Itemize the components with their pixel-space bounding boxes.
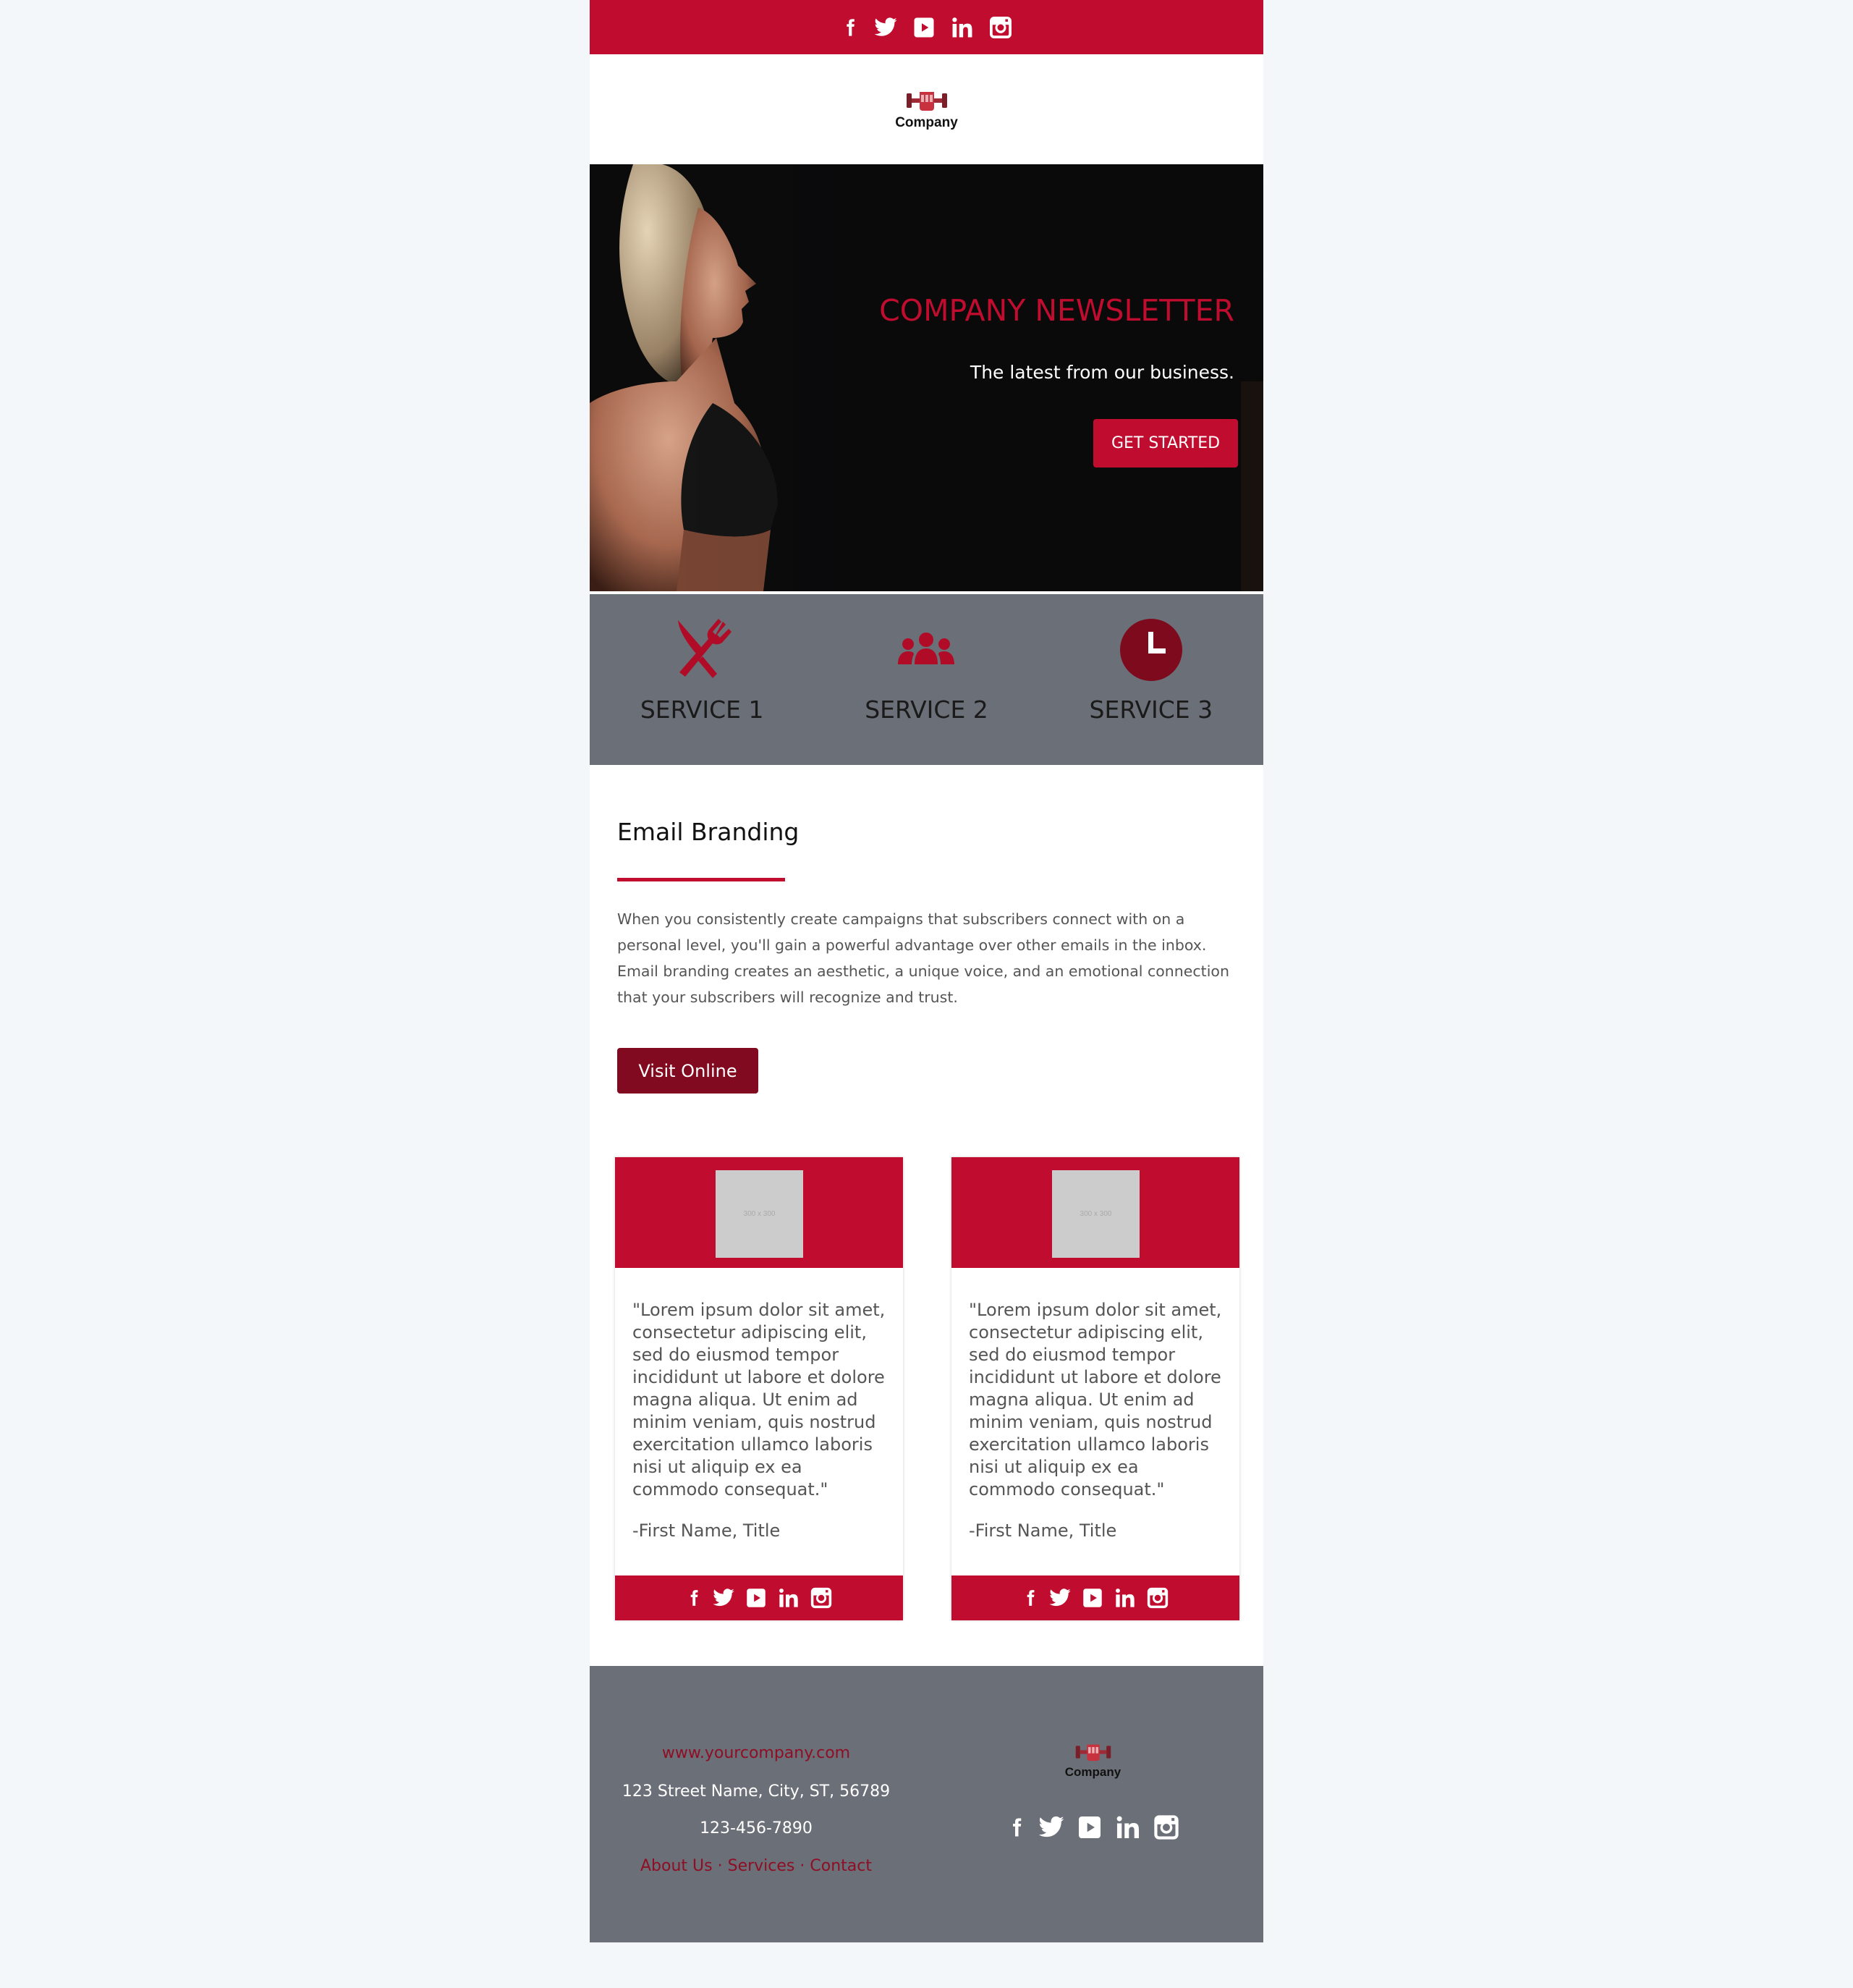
instagram-icon[interactable] [988,14,1014,41]
twitter-icon[interactable] [1048,1586,1072,1610]
hero-title: COMPANY NEWSLETTER [879,293,1234,328]
linkedin-icon[interactable] [777,1586,800,1610]
footer-contact: www.yourcompany.com 123 Street Name, Cit… [590,1666,923,1942]
testimonial-author: -First Name, Title [969,1520,1117,1541]
footer-website-link[interactable]: www.yourcompany.com [590,1744,923,1762]
testimonial-card: 300 x 300 "Lorem ipsum dolor sit amet, c… [951,1157,1239,1620]
card-social-bar [951,1575,1239,1620]
service-item[interactable]: SERVICE 1 [590,594,814,765]
hero-banner: COMPANY NEWSLETTER The latest from our b… [590,164,1263,591]
section-title: Email Branding [617,818,800,846]
twitter-icon[interactable] [712,1586,735,1610]
facebook-icon[interactable] [1006,1813,1027,1842]
image-placeholder: 300 x 300 [716,1170,803,1258]
logo-header: Company [590,54,1263,164]
hero-subtitle: The latest from our business. [970,362,1234,383]
footer-phone: 123-456-7890 [700,1819,813,1837]
twitter-icon[interactable] [873,15,898,40]
instagram-icon[interactable] [809,1586,834,1610]
youtube-icon[interactable] [911,14,937,41]
services-band: SERVICE 1 SERVICE 2 SERVICE 3 [590,594,1263,765]
youtube-icon[interactable] [1080,1586,1105,1610]
footer-social-icons [923,1813,1263,1842]
twitter-icon[interactable] [1038,1813,1065,1842]
footer-logo-text: Company [1064,1765,1121,1779]
service-item[interactable]: SERVICE 2 [814,594,1038,765]
facebook-icon[interactable] [840,14,860,41]
footer: www.yourcompany.com 123 Street Name, Cit… [590,1666,1263,1942]
testimonial-quote: "Lorem ipsum dolor sit amet, consectetur… [969,1300,1222,1500]
facebook-icon[interactable] [684,1586,703,1610]
visit-online-button[interactable]: Visit Online [617,1048,758,1094]
testimonial-card: 300 x 300 "Lorem ipsum dolor sit amet, c… [615,1157,903,1620]
card-social-bar [615,1575,903,1620]
get-started-button[interactable]: GET STARTED [1093,419,1238,468]
service-label: SERVICE 2 [865,695,988,724]
linkedin-icon[interactable] [1114,1813,1142,1842]
service-label: SERVICE 1 [640,695,764,724]
instagram-icon[interactable] [1145,1586,1170,1610]
footer-logo[interactable]: Company [923,1740,1263,1780]
linkedin-icon[interactable] [950,15,975,40]
footer-link-about[interactable]: About Us [640,1857,713,1875]
footer-address: 123 Street Name, City, ST, 56789 [622,1782,891,1801]
instagram-icon[interactable] [1152,1813,1181,1842]
footer-link-contact[interactable]: Contact [810,1857,872,1875]
company-logo-icon [1074,1740,1112,1764]
testimonial-author: -First Name, Title [632,1520,781,1541]
people-icon [894,617,959,682]
card-header: 300 x 300 [951,1157,1239,1268]
linkedin-icon[interactable] [1114,1586,1137,1610]
image-placeholder: 300 x 300 [1052,1170,1140,1258]
title-underline [617,878,785,881]
youtube-icon[interactable] [744,1586,768,1610]
company-logo-icon[interactable] [905,88,949,114]
top-social-bar [590,0,1263,54]
section-body: When you consistently create campaigns t… [617,910,1229,1006]
facebook-icon[interactable] [1021,1586,1040,1610]
link-separator: · [800,1857,805,1875]
footer-link-services[interactable]: Services [728,1857,795,1875]
service-item[interactable]: SERVICE 3 [1039,594,1263,765]
footer-links: About Us · Services · Contact [590,1857,923,1875]
service-label: SERVICE 3 [1089,695,1213,724]
testimonial-quote: "Lorem ipsum dolor sit amet, consectetur… [632,1300,886,1500]
fork-knife-icon [669,617,734,682]
card-header: 300 x 300 [615,1157,903,1268]
email-container: Company COMPANY NEWSLETTER The latest fr… [590,0,1263,1942]
logo-text: Company [895,115,958,130]
clock-icon [1119,617,1184,682]
footer-brand: Company [923,1666,1263,1942]
link-separator: · [717,1857,723,1875]
youtube-icon[interactable] [1075,1813,1104,1842]
